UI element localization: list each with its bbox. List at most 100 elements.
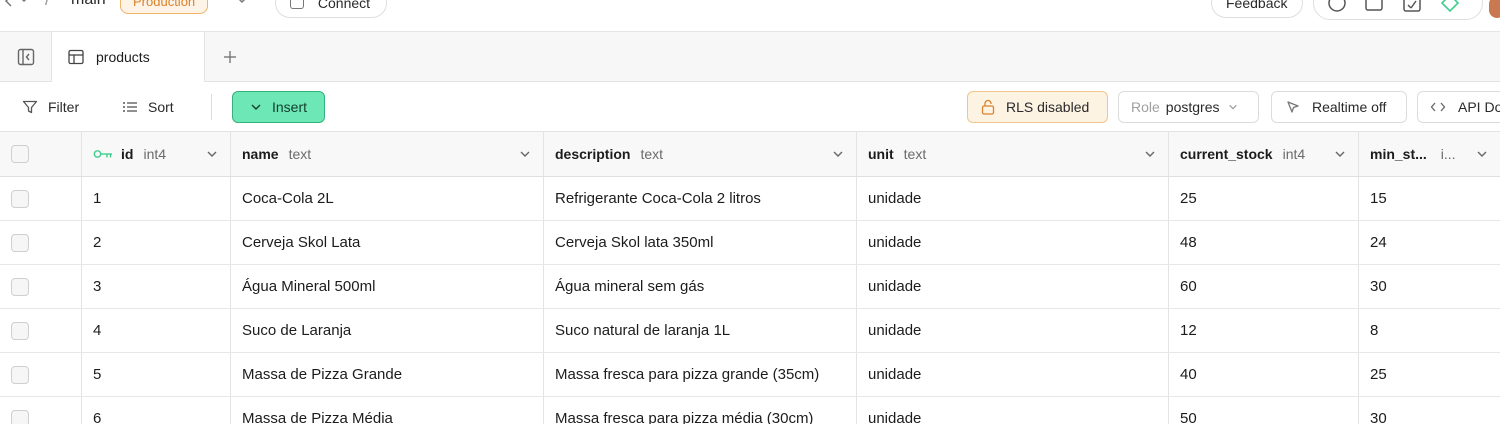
- advisor-icon[interactable]: [1440, 0, 1460, 13]
- column-type: int4: [1282, 146, 1306, 162]
- row-checkbox[interactable]: [11, 365, 29, 384]
- cell-unit[interactable]: unidade: [857, 353, 1169, 396]
- row-checkbox[interactable]: [11, 233, 29, 252]
- rls-disabled-button[interactable]: RLS disabled: [967, 91, 1108, 123]
- sidebar-toggle-button[interactable]: [0, 32, 52, 82]
- chevron-down-icon[interactable]: [519, 148, 531, 160]
- row-checkbox[interactable]: [11, 189, 29, 208]
- cell-id[interactable]: 2: [82, 221, 231, 264]
- table-row[interactable]: 1 Coca-Cola 2L Refrigerante Coca-Cola 2 …: [0, 177, 1500, 221]
- cell-description[interactable]: Água mineral sem gás: [544, 265, 857, 308]
- cell-min-stock[interactable]: 15: [1359, 177, 1500, 220]
- cell-description[interactable]: Refrigerante Coca-Cola 2 litros: [544, 177, 857, 220]
- cell-min-stock[interactable]: 25: [1359, 353, 1500, 396]
- cell-current-stock[interactable]: 50: [1169, 397, 1359, 424]
- cell-id[interactable]: 5: [82, 353, 231, 396]
- api-docs-button[interactable]: API Do: [1417, 91, 1500, 123]
- column-type: text: [288, 146, 312, 162]
- cell-description[interactable]: Suco natural de laranja 1L: [544, 309, 857, 352]
- chevron-down-icon[interactable]: [1476, 148, 1488, 160]
- tab-products[interactable]: products: [52, 32, 205, 82]
- cell-current-stock[interactable]: 48: [1169, 221, 1359, 264]
- chevron-down-icon[interactable]: [206, 148, 218, 160]
- branch-name[interactable]: main: [71, 0, 106, 9]
- table-row[interactable]: 4 Suco de Laranja Suco natural de laranj…: [0, 309, 1500, 353]
- connect-button[interactable]: Connect: [275, 0, 387, 18]
- column-header-unit[interactable]: unit text: [857, 132, 1169, 176]
- lock-icon: [981, 99, 995, 115]
- cell-current-stock[interactable]: 12: [1169, 309, 1359, 352]
- cell-name[interactable]: Cerveja Skol Lata: [231, 221, 544, 264]
- cell-min-stock[interactable]: 8: [1359, 309, 1500, 352]
- cell-id[interactable]: 6: [82, 397, 231, 424]
- tab-bar: products: [0, 32, 1500, 82]
- cell-description[interactable]: Cerveja Skol lata 350ml: [544, 221, 857, 264]
- cell-name[interactable]: Coca-Cola 2L: [231, 177, 544, 220]
- cell-description[interactable]: Massa fresca para pizza grande (35cm): [544, 353, 857, 396]
- plus-icon: [224, 51, 236, 63]
- role-prefix: Role: [1131, 99, 1160, 115]
- column-header-current-stock[interactable]: current_stock int4: [1169, 132, 1359, 176]
- cell-name[interactable]: Suco de Laranja: [231, 309, 544, 352]
- cell-unit[interactable]: unidade: [857, 265, 1169, 308]
- column-header-min-stock[interactable]: min_st... i...: [1359, 132, 1500, 176]
- cell-name[interactable]: Massa de Pizza Grande: [231, 353, 544, 396]
- cell-id[interactable]: 3: [82, 265, 231, 308]
- insert-label: Insert: [271, 99, 307, 115]
- cell-min-stock[interactable]: 30: [1359, 265, 1500, 308]
- row-checkbox[interactable]: [11, 321, 29, 340]
- help-icon[interactable]: [1327, 0, 1347, 12]
- sort-label: Sort: [148, 99, 174, 115]
- cell-name[interactable]: Massa de Pizza Média: [231, 397, 544, 424]
- chevron-down-icon[interactable]: [18, 0, 30, 5]
- cell-current-stock[interactable]: 25: [1169, 177, 1359, 220]
- terminal-icon[interactable]: [1402, 0, 1422, 12]
- cell-description[interactable]: Massa fresca para pizza média (30cm): [544, 397, 857, 424]
- chevron-down-icon[interactable]: [1144, 148, 1156, 160]
- select-all-checkbox[interactable]: [11, 145, 29, 163]
- header-icon-group: [1313, 0, 1483, 20]
- cell-unit[interactable]: unidade: [857, 177, 1169, 220]
- cell-current-stock[interactable]: 40: [1169, 353, 1359, 396]
- table-row[interactable]: 5 Massa de Pizza Grande Massa fresca par…: [0, 353, 1500, 397]
- column-header-id[interactable]: id int4: [82, 132, 231, 176]
- insert-button[interactable]: Insert: [232, 91, 325, 123]
- filter-button[interactable]: Filter: [22, 82, 79, 132]
- cell-id[interactable]: 1: [82, 177, 231, 220]
- column-header-name[interactable]: name text: [231, 132, 544, 176]
- table-row[interactable]: 2 Cerveja Skol Lata Cerveja Skol lata 35…: [0, 221, 1500, 265]
- table-toolbar: Filter Sort Insert RLS disabled Role pos…: [0, 82, 1500, 132]
- cell-name[interactable]: Água Mineral 500ml: [231, 265, 544, 308]
- role-select[interactable]: Role postgres: [1118, 91, 1259, 123]
- breadcrumb-separator: /: [45, 0, 50, 10]
- cell-min-stock[interactable]: 30: [1359, 397, 1500, 424]
- chevron-down-icon[interactable]: [832, 148, 844, 160]
- column-name: unit: [868, 146, 894, 162]
- row-checkbox[interactable]: [11, 277, 29, 296]
- toolbar-divider: [211, 94, 212, 120]
- column-type: i...: [1440, 146, 1456, 162]
- chevron-left-icon[interactable]: [2, 0, 16, 8]
- sort-button[interactable]: Sort: [122, 82, 174, 132]
- inbox-icon[interactable]: [1364, 0, 1384, 11]
- table-row[interactable]: 6 Massa de Pizza Média Massa fresca para…: [0, 397, 1500, 424]
- column-header-description[interactable]: description text: [544, 132, 857, 176]
- cell-unit[interactable]: unidade: [857, 309, 1169, 352]
- branch-dropdown-chevron-icon[interactable]: [236, 0, 248, 6]
- cell-min-stock[interactable]: 24: [1359, 221, 1500, 264]
- column-type: text: [640, 146, 664, 162]
- chevron-down-icon[interactable]: [1334, 148, 1346, 160]
- row-select-cell: [0, 265, 82, 308]
- cell-unit[interactable]: unidade: [857, 397, 1169, 424]
- user-avatar[interactable]: [1489, 0, 1500, 18]
- cell-unit[interactable]: unidade: [857, 221, 1169, 264]
- feedback-label: Feedback: [1226, 0, 1288, 11]
- add-tab-button[interactable]: [218, 45, 242, 69]
- realtime-toggle-button[interactable]: Realtime off: [1271, 91, 1407, 123]
- feedback-button[interactable]: Feedback: [1211, 0, 1303, 18]
- cell-id[interactable]: 4: [82, 309, 231, 352]
- cell-current-stock[interactable]: 60: [1169, 265, 1359, 308]
- api-docs-label: API Do: [1458, 99, 1500, 115]
- row-checkbox[interactable]: [11, 409, 29, 424]
- table-row[interactable]: 3 Água Mineral 500ml Água mineral sem gá…: [0, 265, 1500, 309]
